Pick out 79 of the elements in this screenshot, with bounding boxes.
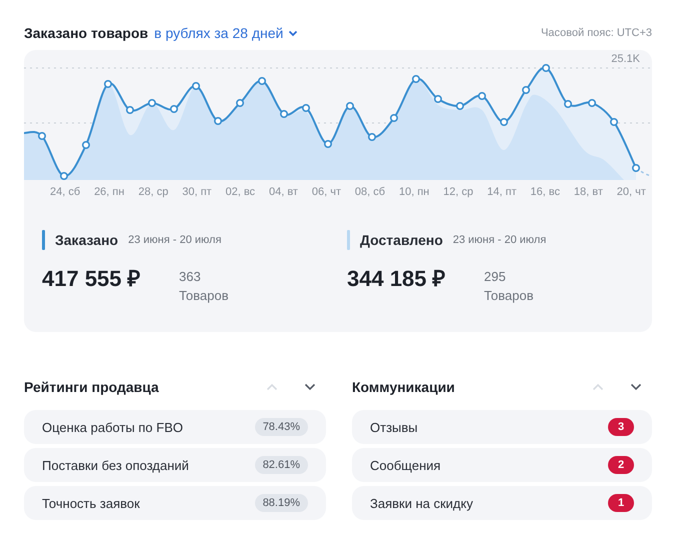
- data-point: [564, 100, 572, 108]
- date-range: 23 июня - 20 июля: [128, 234, 222, 246]
- list-row[interactable]: Сообщения 2: [352, 448, 652, 482]
- section-title: Заказано товаров: [24, 25, 148, 41]
- axis-label: 04, вт: [268, 186, 298, 198]
- data-point: [390, 114, 398, 122]
- data-point: [522, 86, 530, 94]
- axis-label: 30, пт: [182, 186, 212, 198]
- axis-label: 26, пн: [94, 186, 124, 198]
- count-label: Товаров: [179, 288, 229, 303]
- axis-label: 06, чт: [312, 186, 341, 198]
- list-row[interactable]: Отзывы 3: [352, 410, 652, 444]
- axis-label: 20, чт: [616, 186, 646, 198]
- row-label: Точность заявок: [42, 496, 140, 510]
- list-row[interactable]: Оценка работы по FBO 78.43%: [24, 410, 326, 444]
- row-label: Поставки без опозданий: [42, 458, 189, 472]
- metric-title: Заказано: [55, 232, 118, 248]
- axis-label: 24, сб: [50, 186, 80, 198]
- data-point: [280, 110, 288, 118]
- data-point: [126, 106, 134, 114]
- data-point: [170, 105, 178, 113]
- list-row[interactable]: Поставки без опозданий 82.61%: [24, 448, 326, 482]
- data-point: [82, 141, 90, 149]
- amount-value: 417 555 ₽: [42, 265, 142, 293]
- row-label: Отзывы: [370, 420, 418, 434]
- percent-badge: 78.43%: [254, 418, 308, 436]
- data-point: [148, 99, 156, 107]
- count-badge: 3: [608, 418, 634, 436]
- row-label: Заявки на скидку: [370, 496, 473, 510]
- list-row[interactable]: Точность заявок 88.19%: [24, 486, 326, 520]
- axis-label: 28, ср: [138, 186, 168, 198]
- axis-label: 18, вт: [574, 186, 603, 198]
- axis-label: 16, вс: [530, 186, 560, 198]
- data-point: [192, 82, 200, 90]
- percent-badge: 82.61%: [254, 456, 308, 474]
- data-point: [478, 92, 486, 100]
- count-value: 363: [179, 269, 202, 284]
- count-value: 295: [484, 269, 507, 284]
- section-title: Рейтинги продавца: [24, 379, 159, 395]
- data-point: [258, 77, 266, 85]
- row-label: Оценка работы по FBO: [42, 420, 184, 434]
- metric-title: Доставлено: [360, 232, 443, 248]
- data-point: [302, 104, 310, 112]
- data-point: [346, 102, 354, 110]
- axis-label: 02, вс: [225, 186, 256, 198]
- axis-label: 08, сб: [354, 186, 386, 198]
- axis-label: 25.1K: [611, 53, 640, 65]
- chevron-down-icon[interactable]: [304, 383, 316, 391]
- data-point: [588, 99, 596, 107]
- data-point: [104, 80, 112, 88]
- row-label: Сообщения: [370, 458, 441, 472]
- data-point: [60, 172, 68, 180]
- count-badge: 1: [608, 494, 634, 512]
- list-row[interactable]: Заявки на скидку 1: [352, 486, 652, 520]
- period-dropdown[interactable]: в рублях за 28 дней: [154, 25, 298, 41]
- amount-value: 344 185 ₽: [347, 265, 447, 293]
- count-badge: 2: [608, 456, 634, 474]
- count-label: Товаров: [484, 288, 534, 303]
- percent-badge: 88.19%: [254, 494, 308, 512]
- data-point: [214, 117, 222, 125]
- chevron-down-icon: [288, 30, 298, 36]
- data-point: [500, 118, 508, 126]
- data-point: [38, 132, 46, 140]
- data-point: [456, 102, 464, 110]
- data-point: [324, 140, 332, 148]
- data-point: [412, 75, 420, 83]
- data-point: [610, 118, 618, 126]
- axis-label: 12, ср: [443, 186, 474, 198]
- data-point: [542, 64, 550, 72]
- data-point: [236, 99, 244, 107]
- axis-label: 10, пн: [398, 186, 430, 198]
- data-point: [434, 95, 442, 103]
- data-point: [368, 133, 376, 141]
- timezone-label: Часовой пояс: UTC+3: [540, 27, 652, 39]
- chevron-down-icon[interactable]: [630, 383, 642, 391]
- axis-label: 14, пт: [487, 186, 516, 198]
- date-range: 23 июня - 20 июля: [452, 234, 546, 246]
- section-title: Коммуникации: [352, 379, 455, 395]
- data-point: [632, 164, 640, 172]
